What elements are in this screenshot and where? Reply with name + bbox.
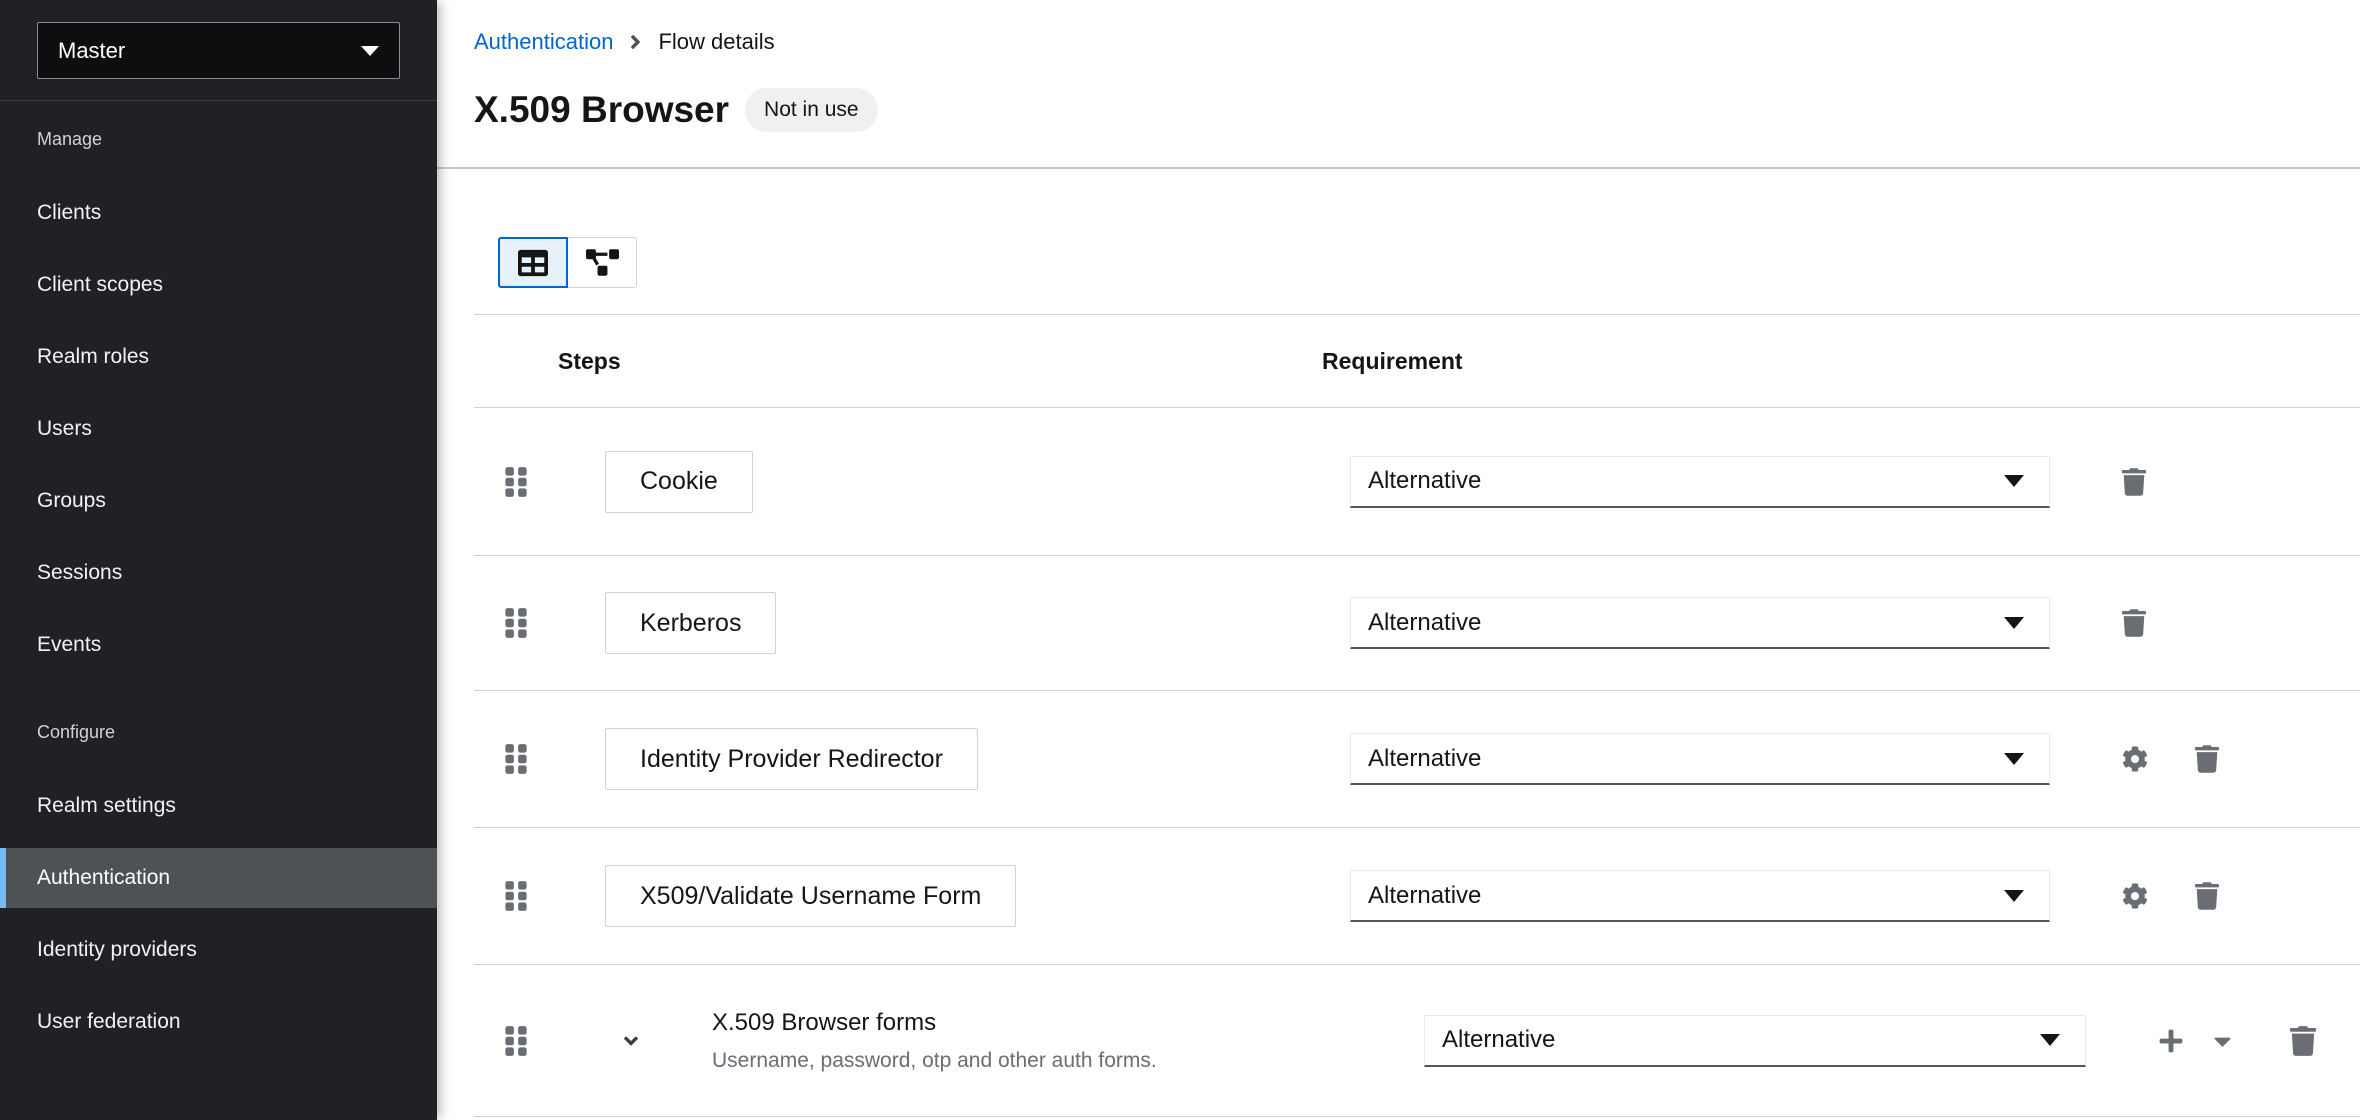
- plus-icon: [2158, 1028, 2184, 1054]
- step-button[interactable]: Kerberos: [605, 592, 776, 654]
- delete-button[interactable]: [2195, 882, 2219, 910]
- nav-section-configure: Configure: [37, 721, 437, 744]
- table-row: Identity Provider Redirector Alternative: [474, 691, 2360, 828]
- requirement-value: Alternative: [1442, 1026, 1555, 1054]
- trash-icon: [2290, 1026, 2316, 1056]
- add-step-button[interactable]: [2158, 1028, 2184, 1054]
- delete-button[interactable]: [2195, 745, 2219, 773]
- flow-section: Steps Requirement Cookie Alternative: [474, 169, 2360, 1117]
- drag-handle-icon[interactable]: [505, 742, 527, 776]
- table-row: Cookie Alternative: [474, 408, 2360, 556]
- diagram-view-icon: [586, 249, 619, 276]
- page-title: X.509 Browser: [474, 88, 729, 132]
- trash-icon: [2122, 468, 2146, 496]
- requirement-select[interactable]: Alternative: [1350, 870, 2050, 922]
- realm-caret-icon: [361, 46, 379, 56]
- select-caret-icon: [2004, 475, 2024, 487]
- sidebar: Master Manage Clients Client scopes Real…: [0, 0, 437, 1120]
- trash-icon: [2195, 745, 2219, 773]
- select-caret-icon: [2040, 1034, 2060, 1046]
- select-caret-icon: [2004, 617, 2024, 629]
- add-options-button[interactable]: [2214, 1027, 2231, 1054]
- drag-handle-icon[interactable]: [505, 606, 527, 640]
- requirement-select[interactable]: Alternative: [1350, 456, 2050, 508]
- requirement-select[interactable]: Alternative: [1350, 733, 2050, 785]
- status-badge: Not in use: [745, 88, 878, 132]
- sidebar-item-realm-settings[interactable]: Realm settings: [0, 776, 437, 836]
- page-header: Authentication Flow details X.509 Browse…: [437, 0, 2360, 169]
- breadcrumb: Authentication Flow details: [474, 28, 2360, 55]
- select-caret-icon: [2004, 890, 2024, 902]
- requirement-select[interactable]: Alternative: [1424, 1015, 2086, 1067]
- sidebar-item-client-scopes[interactable]: Client scopes: [0, 255, 437, 315]
- nav-section-manage: Manage: [37, 128, 437, 151]
- column-header-requirement: Requirement: [1322, 315, 1463, 408]
- sidebar-item-realm-roles[interactable]: Realm roles: [0, 327, 437, 387]
- drag-handle-icon[interactable]: [505, 465, 527, 499]
- sidebar-item-clients[interactable]: Clients: [0, 183, 437, 243]
- expand-toggle[interactable]: [620, 1030, 642, 1052]
- table-header: Steps Requirement: [474, 315, 2360, 408]
- subflow-description: Username, password, otp and other auth f…: [712, 1049, 1157, 1073]
- table-row: Kerberos Alternative: [474, 556, 2360, 691]
- requirement-value: Alternative: [1368, 609, 1481, 637]
- step-button[interactable]: Cookie: [605, 451, 753, 513]
- table-row-subflow: X.509 Browser forms Username, password, …: [474, 965, 2360, 1117]
- gear-icon: [2122, 883, 2148, 909]
- caret-down-icon: [2214, 1027, 2231, 1054]
- trash-icon: [2195, 882, 2219, 910]
- column-header-steps: Steps: [558, 315, 621, 408]
- requirement-value: Alternative: [1368, 882, 1481, 910]
- table-view-button[interactable]: [498, 237, 568, 288]
- toolbar: [474, 169, 2360, 315]
- diagram-view-button[interactable]: [567, 237, 637, 288]
- settings-button[interactable]: [2122, 746, 2148, 772]
- realm-selector[interactable]: Master: [37, 22, 400, 79]
- gear-icon: [2122, 746, 2148, 772]
- sidebar-item-sessions[interactable]: Sessions: [0, 543, 437, 603]
- sidebar-item-events[interactable]: Events: [0, 615, 437, 675]
- table-row: X509/Validate Username Form Alternative: [474, 828, 2360, 965]
- breadcrumb-link-authentication[interactable]: Authentication: [474, 29, 613, 55]
- breadcrumb-separator-icon: [629, 31, 642, 53]
- realm-selector-value: Master: [58, 38, 125, 64]
- sidebar-item-identity-providers[interactable]: Identity providers: [0, 920, 437, 980]
- sidebar-item-user-federation[interactable]: User federation: [0, 992, 437, 1052]
- settings-button[interactable]: [2122, 883, 2148, 909]
- select-caret-icon: [2004, 753, 2024, 765]
- drag-handle-icon[interactable]: [505, 879, 527, 913]
- requirement-select[interactable]: Alternative: [1350, 597, 2050, 649]
- sidebar-item-authentication[interactable]: Authentication: [0, 848, 437, 908]
- requirement-value: Alternative: [1368, 467, 1481, 495]
- view-toggle-group: [498, 237, 637, 288]
- sidebar-item-groups[interactable]: Groups: [0, 471, 437, 531]
- delete-button[interactable]: [2290, 1026, 2316, 1056]
- breadcrumb-current: Flow details: [658, 29, 774, 55]
- sidebar-divider: [0, 100, 437, 101]
- delete-button[interactable]: [2122, 468, 2146, 496]
- requirement-value: Alternative: [1368, 745, 1481, 773]
- sidebar-item-users[interactable]: Users: [0, 399, 437, 459]
- main-content: Authentication Flow details X.509 Browse…: [437, 0, 2360, 1120]
- table-view-icon: [518, 248, 548, 278]
- step-button[interactable]: X509/Validate Username Form: [605, 865, 1016, 927]
- trash-icon: [2122, 609, 2146, 637]
- chevron-down-icon: [620, 1030, 642, 1052]
- drag-handle-icon[interactable]: [505, 1024, 527, 1058]
- delete-button[interactable]: [2122, 609, 2146, 637]
- subflow-title: X.509 Browser forms: [712, 1009, 1157, 1037]
- keycloak-admin-console: Master Manage Clients Client scopes Real…: [0, 0, 2360, 1120]
- step-button[interactable]: Identity Provider Redirector: [605, 728, 978, 790]
